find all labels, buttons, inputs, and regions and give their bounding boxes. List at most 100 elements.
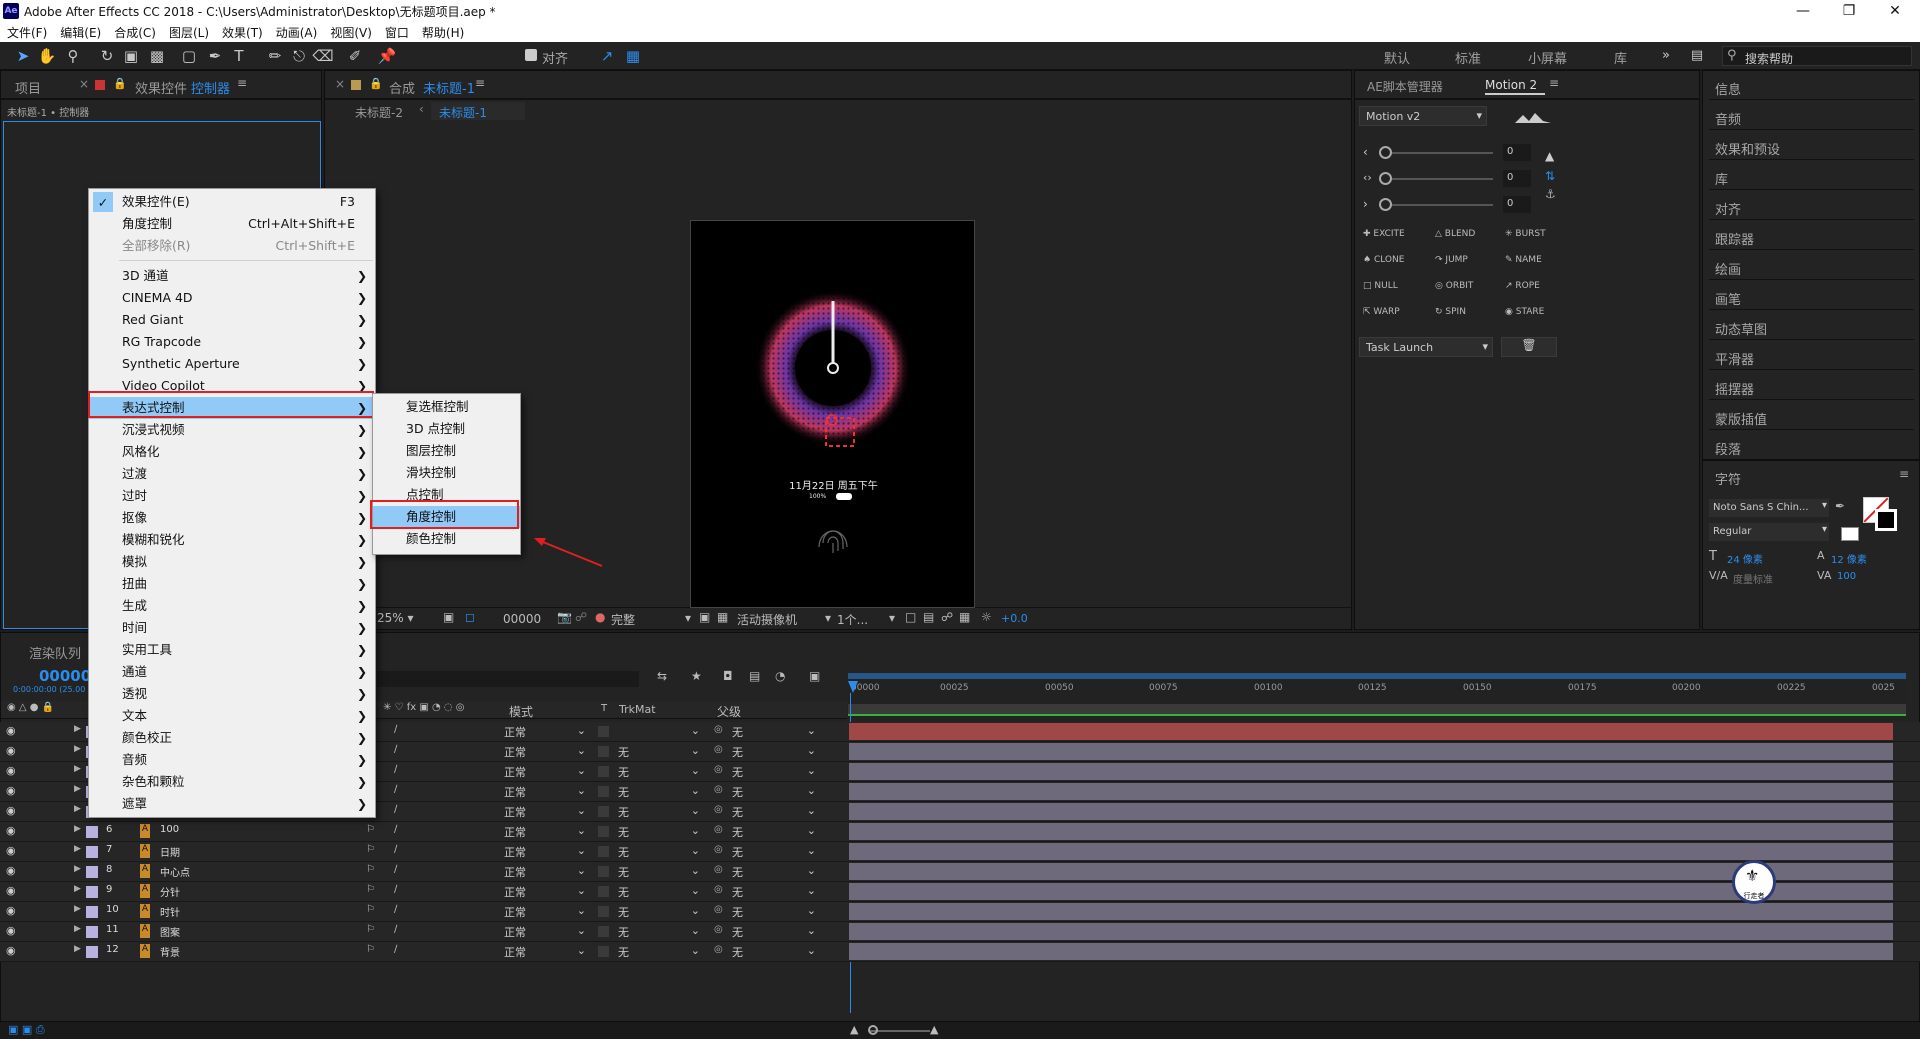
expand-icon[interactable]: ▶ (74, 944, 81, 954)
layer-duration-bar[interactable] (849, 903, 1893, 920)
flowchart-icon[interactable]: ☍ (941, 610, 953, 624)
tab-project[interactable]: 项目 (15, 78, 41, 97)
menu-item[interactable]: Synthetic Aperture ❯ (89, 353, 375, 375)
pick-whip-icon[interactable]: ◎ (714, 784, 723, 795)
eye-icon[interactable]: ◉ (6, 824, 16, 837)
panel-menu-icon[interactable]: ≡ (1549, 76, 1559, 90)
snap-checkbox[interactable] (525, 49, 537, 61)
blend-button[interactable]: △ BLEND (1435, 229, 1475, 239)
blend-mode-dropdown[interactable]: 正常 ⌄ (504, 924, 590, 940)
zoom-out-icon[interactable]: ▲ (850, 1023, 858, 1036)
layer-row[interactable]: ◉ ▶ 10 A 时针 ⚐ ∕ 正常 ⌄ 无 ⌄ ◎ 无 ⌄ (0, 902, 1920, 922)
kerning-value[interactable]: 度量标准 (1733, 571, 1773, 586)
panel-motion-sketch[interactable]: 动态草图 (1715, 319, 1767, 338)
menu-item[interactable]: 风格化 ❯ (89, 441, 375, 463)
preserve-transparency-checkbox[interactable] (598, 746, 609, 757)
expand-icon[interactable]: ▶ (74, 884, 81, 894)
region-icon[interactable]: □ (905, 610, 916, 624)
layer-name[interactable]: 分针 (160, 884, 180, 899)
quality-switch-icon[interactable]: ∕ (394, 904, 397, 915)
menu-item[interactable]: Red Giant ❯ (89, 309, 375, 331)
eye-icon[interactable]: ◉ (6, 884, 16, 897)
menu-item[interactable]: 遮罩 ❯ (89, 793, 375, 815)
quality-switch-icon[interactable]: ∕ (394, 724, 397, 735)
preserve-transparency-checkbox[interactable] (598, 846, 609, 857)
excite-button[interactable]: ✚ EXCITE (1363, 229, 1405, 239)
parent-dropdown[interactable]: 无 ⌄ (732, 724, 820, 740)
menu-view[interactable]: 视图(V) (323, 22, 378, 41)
roto-brush-tool-icon[interactable]: ✐ (344, 46, 366, 66)
menu-item[interactable]: 音频 ❯ (89, 749, 375, 771)
expand-icon[interactable]: ▶ (74, 804, 81, 814)
menu-item[interactable]: 过渡 ❯ (89, 463, 375, 485)
preserve-transparency-checkbox[interactable] (598, 926, 609, 937)
trkmat-dropdown[interactable]: 无 ⌄ (618, 764, 704, 780)
trkmat-dropdown[interactable]: 无 ⌄ (618, 784, 704, 800)
blend-mode-dropdown[interactable]: 正常 ⌄ (504, 764, 590, 780)
layer-row[interactable]: ◉ ▶ 9 A 分针 ⚐ ∕ 正常 ⌄ 无 ⌄ ◎ 无 ⌄ (0, 882, 1920, 902)
pick-whip-icon[interactable]: ◎ (714, 824, 723, 835)
layer-duration-bar[interactable] (849, 823, 1893, 840)
tab-effect-controls[interactable]: 效果控件 (135, 78, 187, 97)
shy-icon[interactable]: ◘ (723, 669, 733, 683)
panel-wiggler[interactable]: 摇摆器 (1715, 379, 1754, 398)
trkmat-dropdown[interactable]: 无 ⌄ (618, 744, 704, 760)
rotate-tool-icon[interactable]: ↻ (96, 46, 118, 66)
tab-motion2[interactable]: Motion 2 (1485, 75, 1545, 95)
graph-editor-icon[interactable]: ▣ (809, 669, 820, 683)
layer-name[interactable]: 中心点 (160, 864, 190, 879)
panel-smoother[interactable]: 平滑器 (1715, 349, 1754, 368)
motion-blur-icon[interactable]: ◔ (775, 669, 785, 683)
pick-whip-icon[interactable]: ◎ (714, 764, 723, 775)
shy-switch-icon[interactable]: ⚐ (366, 844, 375, 855)
quality-switch-icon[interactable]: ∕ (394, 884, 397, 895)
blend-mode-dropdown[interactable]: 正常 ⌄ (504, 904, 590, 920)
workspace-more-icon[interactable]: » (1662, 48, 1670, 63)
menu-item[interactable]: 全部移除(R) Ctrl+Shift+E (89, 235, 375, 257)
menu-window[interactable]: 窗口 (378, 22, 415, 41)
layer-row[interactable]: ◉ ▶ 11 A 图案 ⚐ ∕ 正常 ⌄ 无 ⌄ ◎ 无 ⌄ (0, 922, 1920, 942)
menu-item[interactable]: 生成 ❯ (89, 595, 375, 617)
expand-icon[interactable]: ▶ (74, 744, 81, 754)
minimize-icon[interactable]: — (1780, 0, 1826, 22)
expand-icon[interactable]: ▶ (74, 764, 81, 774)
parent-dropdown[interactable]: 无 ⌄ (732, 944, 820, 960)
panel-paragraph[interactable]: 段落 (1715, 439, 1741, 458)
ease-out-handle[interactable] (1379, 198, 1392, 211)
trkmat-dropdown[interactable]: 无 ⌄ (618, 884, 704, 900)
menu-item[interactable]: 过时 ❯ (89, 485, 375, 507)
quality-switch-icon[interactable]: ∕ (394, 744, 397, 755)
fast-preview-icon[interactable]: ▦ (959, 610, 970, 624)
exposure-icon[interactable]: ☼ (981, 610, 992, 624)
draft-3d-icon[interactable]: ★ (691, 669, 702, 683)
spin-button[interactable]: ↻ SPIN (1435, 307, 1466, 317)
panel-menu-icon[interactable]: ≡ (475, 76, 485, 90)
quality-switch-icon[interactable]: ∕ (394, 944, 397, 955)
submenu-item[interactable]: 图层控制 (373, 440, 520, 462)
panel-audio[interactable]: 音频 (1715, 109, 1741, 128)
layer-duration-bar[interactable] (849, 923, 1893, 940)
menu-item[interactable]: 时间 ❯ (89, 617, 375, 639)
rope-button[interactable]: ↗ ROPE (1505, 281, 1540, 291)
eye-icon[interactable]: ◉ (6, 904, 16, 917)
exposure-value[interactable]: +0.0 (1001, 612, 1028, 625)
brush-tool-icon[interactable]: ✏ (264, 46, 286, 66)
zoom-in-icon[interactable]: ▲ (930, 1023, 938, 1036)
menu-item[interactable]: 颜色校正 ❯ (89, 727, 375, 749)
layer-name[interactable]: 背景 (160, 944, 180, 959)
workspace-small-screen[interactable]: 小屏幕 (1528, 48, 1567, 67)
label-color-icon[interactable] (86, 926, 98, 938)
menu-item[interactable]: 实用工具 ❯ (89, 639, 375, 661)
close-tab-icon[interactable]: × (335, 77, 345, 91)
pick-whip-icon[interactable]: ◎ (714, 924, 723, 935)
close-icon[interactable]: ✕ (1872, 0, 1918, 22)
null-button[interactable]: □ NULL (1363, 281, 1398, 291)
layer-row[interactable]: ◉ ▶ 7 A 日期 ⚐ ∕ 正常 ⌄ 无 ⌄ ◎ 无 ⌄ (0, 842, 1920, 862)
workspace-standard[interactable]: 标准 (1455, 48, 1481, 67)
menu-item[interactable]: 扭曲 ❯ (89, 573, 375, 595)
submenu-item[interactable]: 3D 点控制 (373, 418, 520, 440)
quality-switch-icon[interactable]: ∕ (394, 824, 397, 835)
preserve-transparency-checkbox[interactable] (598, 866, 609, 877)
blend-mode-dropdown[interactable]: 正常 ⌄ (504, 864, 590, 880)
trkmat-dropdown[interactable]: 无 ⌄ (618, 824, 704, 840)
